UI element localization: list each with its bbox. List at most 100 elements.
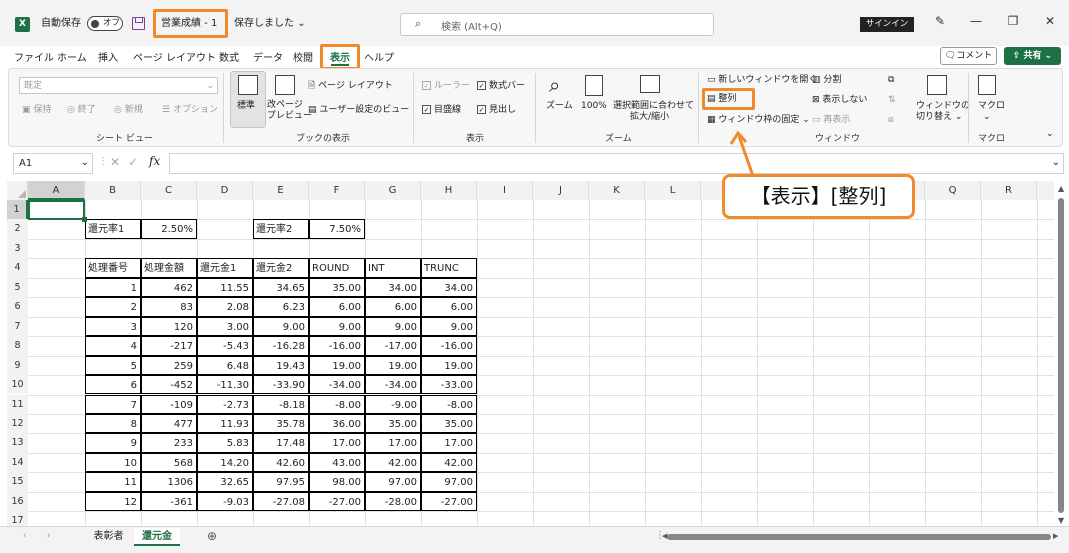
grid-cell[interactable]: 5	[85, 355, 141, 376]
scroll-right-icon[interactable]: ▶	[1053, 532, 1058, 540]
next-sheet-icon[interactable]: ›	[47, 531, 51, 541]
grid-cell[interactable]: -34.00	[309, 375, 365, 395]
grid-cell[interactable]: 6.00	[365, 297, 421, 317]
scroll-up-icon[interactable]: ▲	[1058, 184, 1064, 193]
autosave-toggle[interactable]: オフ	[87, 16, 123, 31]
sheet-view-select[interactable]: 既定 ⌄	[19, 77, 218, 94]
grid-cell[interactable]: 10	[85, 452, 141, 473]
grid-cell[interactable]: 34.00	[421, 277, 477, 298]
grid-cell[interactable]: 42.00	[365, 452, 421, 473]
row-header[interactable]: 8	[7, 336, 28, 356]
collapse-ribbon-icon[interactable]: ⌄	[1046, 128, 1054, 140]
file-name[interactable]: 営業成績 - 1	[161, 17, 217, 31]
grid-cell[interactable]: 還元率2	[253, 219, 309, 239]
grid-cell[interactable]: -16.00	[309, 336, 365, 356]
save-icon[interactable]	[132, 17, 145, 30]
grid-cell[interactable]: 35.00	[309, 277, 365, 298]
switch-window-icon[interactable]	[927, 75, 947, 95]
grid-cell[interactable]: -27.00	[309, 491, 365, 512]
column-header[interactable]: L	[645, 181, 701, 200]
grid-cell[interactable]: -8.18	[253, 394, 309, 414]
restore-icon[interactable]: ❐	[1005, 14, 1021, 28]
grid-cell[interactable]: 42.60	[253, 452, 309, 473]
row-header[interactable]: 13	[7, 433, 28, 453]
row-header[interactable]: 4	[7, 258, 28, 278]
grid-cell[interactable]: 9.00	[309, 316, 365, 337]
minimize-icon[interactable]: —	[968, 14, 984, 28]
grid-cell[interactable]: -27.08	[253, 491, 309, 512]
menu-view[interactable]: 表示	[330, 49, 350, 64]
menu-home[interactable]: ホーム	[57, 49, 87, 64]
grid-cell[interactable]: 12	[85, 491, 141, 512]
grid-cell[interactable]: 2.08	[197, 297, 253, 317]
grid-cell[interactable]: -27.00	[421, 491, 477, 512]
grid-cell[interactable]: 19.00	[365, 355, 421, 376]
grid-cell[interactable]: 6.23	[253, 297, 309, 317]
grid-cell[interactable]: 259	[141, 355, 197, 376]
grid-cell[interactable]: -9.00	[365, 394, 421, 414]
freeze-panes-button[interactable]: ▦ ウィンドウ枠の固定 ⌄	[707, 114, 810, 126]
grid-cell[interactable]: 9.00	[421, 316, 477, 337]
column-header[interactable]: C	[141, 181, 197, 200]
grid-cell[interactable]: 7	[85, 394, 141, 414]
grid-cell[interactable]: 11.55	[197, 277, 253, 298]
macro-icon[interactable]	[978, 75, 996, 95]
grid-cell[interactable]: 11.93	[197, 413, 253, 434]
grid-cell[interactable]: 9.00	[253, 316, 309, 337]
grid-cell[interactable]: 3.00	[197, 316, 253, 337]
page-layout-button[interactable]: 🗎 ページ レイアウト	[308, 80, 393, 92]
page-break-preview-icon[interactable]	[275, 75, 295, 95]
share-button[interactable]: ⇪ 共有 ⌄	[1004, 47, 1061, 65]
zoom-icon[interactable]: ⌕	[549, 73, 560, 97]
grid-cell[interactable]: 2	[85, 297, 141, 317]
grid-cell[interactable]: 462	[141, 277, 197, 298]
grid-cell[interactable]: 35.00	[365, 413, 421, 434]
grid-cell[interactable]: -361	[141, 491, 197, 512]
signin-button[interactable]: サインイン	[860, 17, 914, 32]
grid-cell[interactable]: 32.65	[197, 472, 253, 492]
formula-input[interactable]: ⌄	[169, 153, 1064, 174]
grid-cell[interactable]: 還元率1	[85, 219, 141, 239]
column-header[interactable]: F	[309, 181, 365, 200]
grid-cell[interactable]: 97.00	[421, 472, 477, 492]
grid-cell[interactable]: 5.83	[197, 433, 253, 453]
name-box[interactable]: A1 ⌄	[13, 153, 93, 174]
grid-cell[interactable]: 還元金1	[197, 258, 253, 278]
grid-cell[interactable]: -8.00	[421, 394, 477, 414]
row-header[interactable]: 7	[7, 316, 28, 337]
row-header[interactable]: 16	[7, 491, 28, 512]
grid-cell[interactable]: 19.00	[421, 355, 477, 376]
grid-cell[interactable]: -2.73	[197, 394, 253, 414]
grid-cell[interactable]: -33.00	[421, 375, 477, 395]
grid-cell[interactable]: 2.50%	[141, 219, 197, 239]
column-header[interactable]: E	[253, 181, 309, 200]
grid-cell[interactable]: -17.00	[365, 336, 421, 356]
column-header[interactable]: I	[477, 181, 533, 200]
zoom-selection-label-2[interactable]: 拡大/縮小	[630, 111, 669, 123]
row-header[interactable]: 3	[7, 238, 28, 259]
vertical-scroll-thumb[interactable]	[1058, 198, 1064, 513]
menu-data[interactable]: データ	[253, 49, 283, 64]
sheet-tab-rebate[interactable]: 還元金	[134, 528, 180, 546]
grid-cell[interactable]: 17.00	[421, 433, 477, 453]
row-header[interactable]: 1	[7, 200, 28, 220]
column-header[interactable]: H	[421, 181, 477, 200]
column-header[interactable]: Q	[925, 181, 981, 200]
side-by-side-icon[interactable]: ⧉	[888, 74, 894, 86]
menu-review[interactable]: 校閲	[293, 49, 313, 64]
grid-cell[interactable]: -11.30	[197, 375, 253, 395]
arrange-all-button[interactable]: ▤ 整列	[707, 93, 736, 105]
row-header[interactable]: 11	[7, 394, 28, 414]
row-header[interactable]: 12	[7, 413, 28, 434]
grid-cell[interactable]: 19.00	[309, 355, 365, 376]
insert-function-button[interactable]: fx	[149, 154, 160, 168]
prev-sheet-icon[interactable]: ‹	[23, 531, 27, 541]
close-icon[interactable]: ✕	[1042, 14, 1058, 28]
comment-button[interactable]: 🗨コメント	[940, 47, 997, 65]
grid-cell[interactable]: 233	[141, 433, 197, 453]
menu-file[interactable]: ファイル	[14, 49, 54, 64]
hide-button[interactable]: ⊠ 表示しない	[812, 94, 867, 106]
grid-cell[interactable]: -33.90	[253, 375, 309, 395]
grid-cell[interactable]: 477	[141, 413, 197, 434]
grid-cell[interactable]: 43.00	[309, 452, 365, 473]
